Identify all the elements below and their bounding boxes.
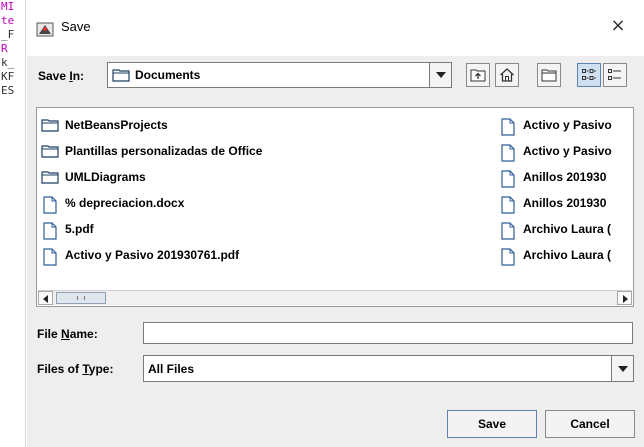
title-bar[interactable]: Save × <box>27 0 644 56</box>
close-button[interactable]: × <box>608 16 628 36</box>
list-item-label: Archivo Laura ( <box>523 248 612 262</box>
list-item-label: 5.pdf <box>65 222 94 236</box>
file-type-value: All Files <box>148 362 195 376</box>
editor-line: te <box>1 14 15 27</box>
list-item-label: Plantillas personalizadas de Office <box>65 144 263 158</box>
list-item-label: Activo y Pasivo <box>523 144 612 158</box>
editor-line: k_ <box>1 56 15 69</box>
file-type-combobox[interactable]: All Files <box>143 355 634 382</box>
close-icon: × <box>610 15 626 36</box>
list-view-icon <box>582 69 596 80</box>
folder-icon <box>41 145 59 158</box>
java-app-icon <box>36 22 54 37</box>
file-icon <box>501 118 515 136</box>
chevron-down-icon[interactable] <box>611 356 633 381</box>
list-item-label: UMLDiagrams <box>65 170 146 184</box>
file-icon <box>501 170 515 188</box>
file-icon <box>501 248 515 266</box>
list-item-label: Activo y Pasivo 201930761.pdf <box>65 248 240 262</box>
file-icon <box>43 196 57 214</box>
list-item-label: NetBeansProjects <box>65 118 168 132</box>
list-item-label: Activo y Pasivo <box>523 118 612 132</box>
editor-line: R <box>1 42 8 55</box>
scrollbar-thumb[interactable] <box>56 292 106 304</box>
folder-icon <box>41 119 59 132</box>
editor-line: _F <box>1 28 15 41</box>
editor-line: MI <box>1 0 15 13</box>
details-view-icon <box>608 69 621 80</box>
save-dialog: Save × Save In: Documents NetBeansProjec… <box>27 0 644 447</box>
folder-icon <box>41 171 59 184</box>
save-in-label: Save In: <box>38 69 85 83</box>
new-folder-button[interactable] <box>537 63 561 87</box>
file-icon <box>43 222 57 240</box>
cancel-button[interactable]: Cancel <box>545 410 635 438</box>
file-name-input[interactable] <box>143 322 633 344</box>
editor-line: ES <box>1 84 15 97</box>
list-item-label: Anillos 201930 <box>523 170 607 184</box>
editor-line: KF <box>1 70 15 83</box>
file-icon <box>43 248 57 266</box>
up-one-level-button[interactable] <box>466 63 490 87</box>
list-view-toggle[interactable] <box>577 63 601 87</box>
file-name-label: File Name: <box>37 327 98 341</box>
list-item-label: Archivo Laura ( <box>523 222 612 236</box>
save-in-value: Documents <box>135 68 201 82</box>
dialog-title: Save <box>61 19 91 34</box>
file-icon <box>501 196 515 214</box>
file-icon <box>501 222 515 240</box>
background-editor: MI te _F R k_ KF ES <box>0 0 26 447</box>
list-item-label: % depreciacion.docx <box>65 196 185 210</box>
scroll-right-icon[interactable] <box>617 291 632 305</box>
scroll-left-icon[interactable] <box>38 291 53 305</box>
save-button[interactable]: Save <box>447 410 537 438</box>
save-in-combobox[interactable]: Documents <box>107 62 452 88</box>
folder-icon <box>112 69 130 82</box>
new-folder-icon <box>541 69 557 82</box>
list-item-label: Anillos 201930 <box>523 196 607 210</box>
home-icon <box>500 68 514 82</box>
horizontal-scrollbar[interactable] <box>38 290 632 305</box>
file-icon <box>501 144 515 162</box>
file-type-label: Files of Type: <box>37 362 114 376</box>
file-list[interactable]: NetBeansProjects Plantillas personalizad… <box>36 107 634 307</box>
chevron-down-icon[interactable] <box>429 63 451 87</box>
details-view-toggle[interactable] <box>603 63 627 87</box>
up-one-level-icon <box>470 69 486 82</box>
home-button[interactable] <box>495 63 519 87</box>
